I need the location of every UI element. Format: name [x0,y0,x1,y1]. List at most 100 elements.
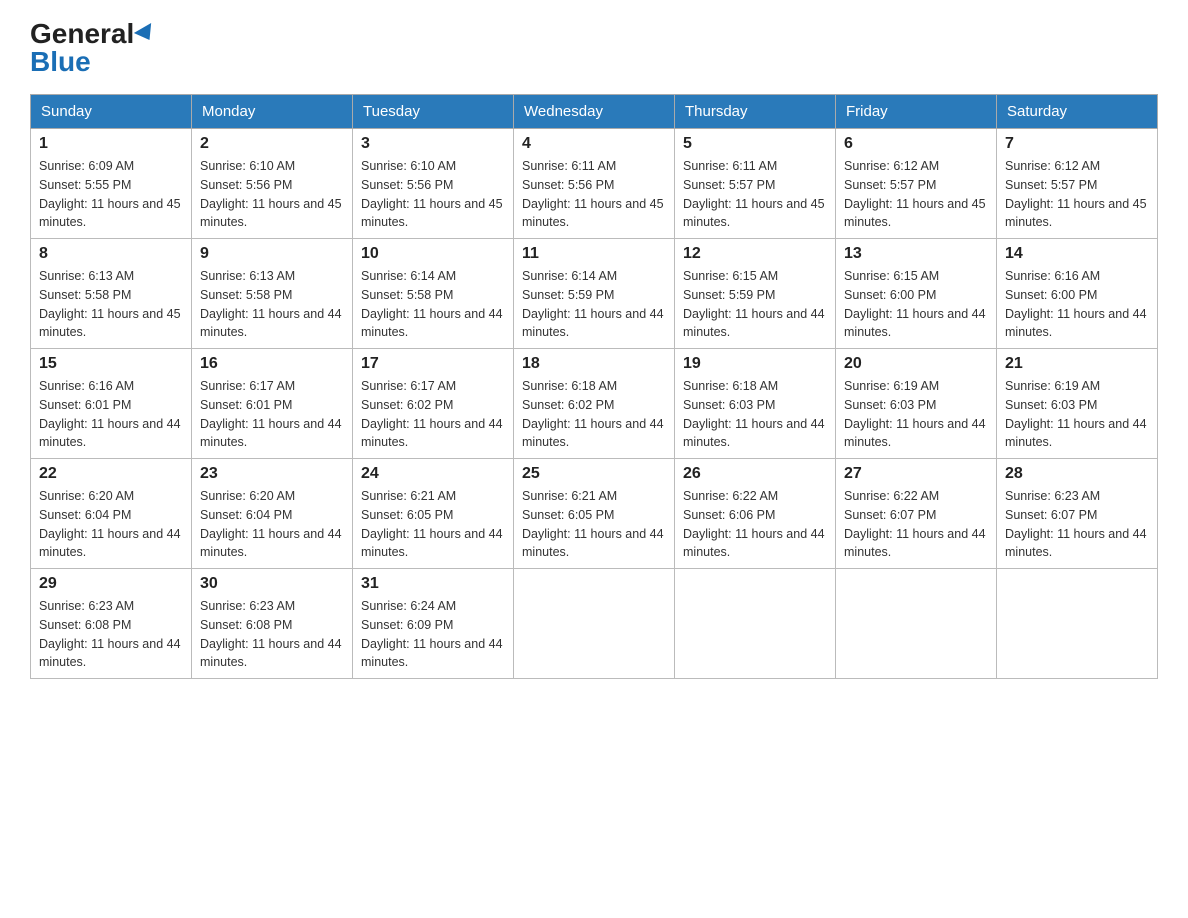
day-number: 9 [200,245,344,263]
header-wednesday: Wednesday [514,95,675,129]
day-number: 10 [361,245,505,263]
day-info: Sunrise: 6:10 AMSunset: 5:56 PMDaylight:… [200,157,344,232]
day-number: 8 [39,245,183,263]
day-number: 5 [683,135,827,153]
table-cell: 15 Sunrise: 6:16 AMSunset: 6:01 PMDaylig… [31,349,192,459]
header-friday: Friday [836,95,997,129]
day-number: 21 [1005,355,1149,373]
day-number: 19 [683,355,827,373]
table-cell: 19 Sunrise: 6:18 AMSunset: 6:03 PMDaylig… [675,349,836,459]
week-row-3: 15 Sunrise: 6:16 AMSunset: 6:01 PMDaylig… [31,349,1158,459]
day-info: Sunrise: 6:11 AMSunset: 5:56 PMDaylight:… [522,157,666,232]
day-info: Sunrise: 6:24 AMSunset: 6:09 PMDaylight:… [361,597,505,672]
calendar-table: SundayMondayTuesdayWednesdayThursdayFrid… [30,94,1158,679]
day-number: 16 [200,355,344,373]
table-cell: 11 Sunrise: 6:14 AMSunset: 5:59 PMDaylig… [514,239,675,349]
table-cell [514,569,675,679]
calendar-header-row: SundayMondayTuesdayWednesdayThursdayFrid… [31,95,1158,129]
day-number: 18 [522,355,666,373]
day-info: Sunrise: 6:15 AMSunset: 5:59 PMDaylight:… [683,267,827,342]
table-cell: 10 Sunrise: 6:14 AMSunset: 5:58 PMDaylig… [353,239,514,349]
day-number: 15 [39,355,183,373]
table-cell: 16 Sunrise: 6:17 AMSunset: 6:01 PMDaylig… [192,349,353,459]
day-info: Sunrise: 6:23 AMSunset: 6:08 PMDaylight:… [200,597,344,672]
day-info: Sunrise: 6:17 AMSunset: 6:02 PMDaylight:… [361,377,505,452]
table-cell [675,569,836,679]
day-info: Sunrise: 6:14 AMSunset: 5:58 PMDaylight:… [361,267,505,342]
day-number: 29 [39,575,183,593]
day-number: 4 [522,135,666,153]
day-info: Sunrise: 6:10 AMSunset: 5:56 PMDaylight:… [361,157,505,232]
day-number: 20 [844,355,988,373]
table-cell: 24 Sunrise: 6:21 AMSunset: 6:05 PMDaylig… [353,459,514,569]
day-info: Sunrise: 6:21 AMSunset: 6:05 PMDaylight:… [361,487,505,562]
table-cell: 26 Sunrise: 6:22 AMSunset: 6:06 PMDaylig… [675,459,836,569]
table-cell [997,569,1158,679]
day-number: 2 [200,135,344,153]
table-cell: 21 Sunrise: 6:19 AMSunset: 6:03 PMDaylig… [997,349,1158,459]
day-number: 1 [39,135,183,153]
day-info: Sunrise: 6:19 AMSunset: 6:03 PMDaylight:… [844,377,988,452]
day-info: Sunrise: 6:20 AMSunset: 6:04 PMDaylight:… [200,487,344,562]
table-cell: 30 Sunrise: 6:23 AMSunset: 6:08 PMDaylig… [192,569,353,679]
table-cell: 14 Sunrise: 6:16 AMSunset: 6:00 PMDaylig… [997,239,1158,349]
table-cell: 25 Sunrise: 6:21 AMSunset: 6:05 PMDaylig… [514,459,675,569]
week-row-4: 22 Sunrise: 6:20 AMSunset: 6:04 PMDaylig… [31,459,1158,569]
logo: General Blue [30,20,156,76]
day-info: Sunrise: 6:23 AMSunset: 6:08 PMDaylight:… [39,597,183,672]
table-cell: 17 Sunrise: 6:17 AMSunset: 6:02 PMDaylig… [353,349,514,459]
day-info: Sunrise: 6:13 AMSunset: 5:58 PMDaylight:… [39,267,183,342]
day-info: Sunrise: 6:09 AMSunset: 5:55 PMDaylight:… [39,157,183,232]
day-number: 22 [39,465,183,483]
week-row-2: 8 Sunrise: 6:13 AMSunset: 5:58 PMDayligh… [31,239,1158,349]
table-cell: 12 Sunrise: 6:15 AMSunset: 5:59 PMDaylig… [675,239,836,349]
day-number: 31 [361,575,505,593]
day-info: Sunrise: 6:17 AMSunset: 6:01 PMDaylight:… [200,377,344,452]
day-info: Sunrise: 6:12 AMSunset: 5:57 PMDaylight:… [844,157,988,232]
day-number: 30 [200,575,344,593]
table-cell: 23 Sunrise: 6:20 AMSunset: 6:04 PMDaylig… [192,459,353,569]
day-number: 13 [844,245,988,263]
table-cell: 8 Sunrise: 6:13 AMSunset: 5:58 PMDayligh… [31,239,192,349]
header-monday: Monday [192,95,353,129]
day-number: 27 [844,465,988,483]
header-sunday: Sunday [31,95,192,129]
logo-blue-text: Blue [30,48,91,76]
day-number: 17 [361,355,505,373]
week-row-5: 29 Sunrise: 6:23 AMSunset: 6:08 PMDaylig… [31,569,1158,679]
table-cell: 4 Sunrise: 6:11 AMSunset: 5:56 PMDayligh… [514,129,675,239]
table-cell: 6 Sunrise: 6:12 AMSunset: 5:57 PMDayligh… [836,129,997,239]
table-cell: 28 Sunrise: 6:23 AMSunset: 6:07 PMDaylig… [997,459,1158,569]
day-info: Sunrise: 6:14 AMSunset: 5:59 PMDaylight:… [522,267,666,342]
table-cell: 20 Sunrise: 6:19 AMSunset: 6:03 PMDaylig… [836,349,997,459]
logo-triangle-icon [134,23,158,45]
day-number: 14 [1005,245,1149,263]
table-cell: 2 Sunrise: 6:10 AMSunset: 5:56 PMDayligh… [192,129,353,239]
table-cell: 3 Sunrise: 6:10 AMSunset: 5:56 PMDayligh… [353,129,514,239]
week-row-1: 1 Sunrise: 6:09 AMSunset: 5:55 PMDayligh… [31,129,1158,239]
day-info: Sunrise: 6:19 AMSunset: 6:03 PMDaylight:… [1005,377,1149,452]
day-info: Sunrise: 6:13 AMSunset: 5:58 PMDaylight:… [200,267,344,342]
header-thursday: Thursday [675,95,836,129]
day-info: Sunrise: 6:18 AMSunset: 6:03 PMDaylight:… [683,377,827,452]
day-info: Sunrise: 6:15 AMSunset: 6:00 PMDaylight:… [844,267,988,342]
day-number: 23 [200,465,344,483]
table-cell: 13 Sunrise: 6:15 AMSunset: 6:00 PMDaylig… [836,239,997,349]
day-number: 3 [361,135,505,153]
day-info: Sunrise: 6:11 AMSunset: 5:57 PMDaylight:… [683,157,827,232]
table-cell: 5 Sunrise: 6:11 AMSunset: 5:57 PMDayligh… [675,129,836,239]
day-number: 24 [361,465,505,483]
table-cell: 1 Sunrise: 6:09 AMSunset: 5:55 PMDayligh… [31,129,192,239]
day-number: 28 [1005,465,1149,483]
day-number: 26 [683,465,827,483]
table-cell: 29 Sunrise: 6:23 AMSunset: 6:08 PMDaylig… [31,569,192,679]
day-number: 7 [1005,135,1149,153]
table-cell: 18 Sunrise: 6:18 AMSunset: 6:02 PMDaylig… [514,349,675,459]
table-cell: 7 Sunrise: 6:12 AMSunset: 5:57 PMDayligh… [997,129,1158,239]
day-info: Sunrise: 6:20 AMSunset: 6:04 PMDaylight:… [39,487,183,562]
day-number: 11 [522,245,666,263]
day-info: Sunrise: 6:16 AMSunset: 6:00 PMDaylight:… [1005,267,1149,342]
day-info: Sunrise: 6:23 AMSunset: 6:07 PMDaylight:… [1005,487,1149,562]
table-cell: 31 Sunrise: 6:24 AMSunset: 6:09 PMDaylig… [353,569,514,679]
day-info: Sunrise: 6:21 AMSunset: 6:05 PMDaylight:… [522,487,666,562]
